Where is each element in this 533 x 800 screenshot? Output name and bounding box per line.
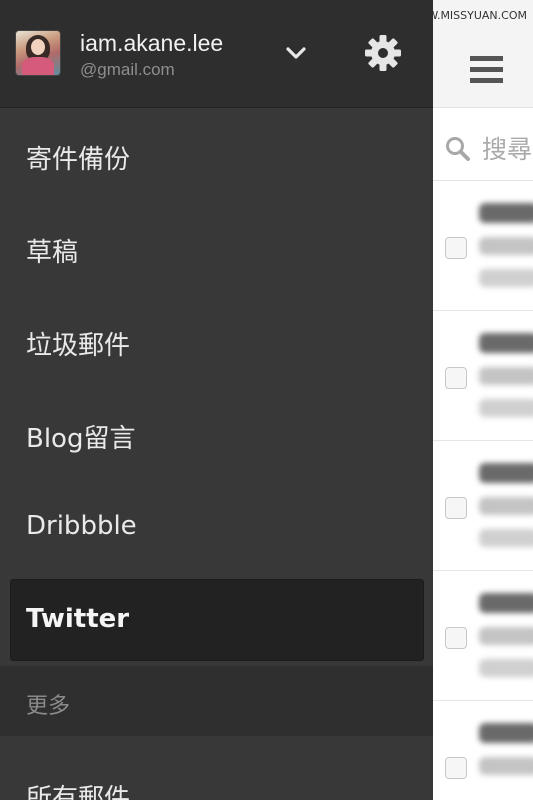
nav-item-all-mail[interactable]: 所有郵件	[0, 736, 433, 800]
blurred-snippet	[479, 529, 533, 547]
mail-checkbox[interactable]	[445, 757, 467, 779]
blurred-snippet	[479, 269, 533, 287]
blurred-sender	[479, 593, 533, 613]
blurred-subject	[479, 627, 533, 645]
nav-item-blog-comments[interactable]: Blog留言	[0, 387, 433, 480]
mail-checkbox[interactable]	[445, 237, 467, 259]
mail-list-item[interactable]	[433, 701, 533, 800]
nav-item-label: 草稿	[26, 238, 79, 268]
nav-item-label: 寄件備份	[26, 145, 131, 175]
mail-checkbox[interactable]	[445, 367, 467, 389]
nav-item-label: Blog留言	[26, 424, 136, 454]
avatar[interactable]	[16, 31, 60, 75]
nav-item-sent[interactable]: 寄件備份	[0, 108, 433, 201]
blurred-sender	[479, 463, 533, 483]
search-icon	[446, 137, 470, 161]
blurred-snippet	[479, 399, 533, 417]
blurred-sender	[479, 203, 533, 223]
section-header-label: 更多	[26, 694, 71, 719]
blurred-subject	[479, 497, 533, 515]
search-bar[interactable]: 搜尋	[433, 108, 533, 181]
mail-list-header: 思缘设计论坛 WWW.MISSYUAN.COM	[336, 0, 533, 108]
nav-item-label: Twitter	[26, 604, 130, 634]
nav-item-drafts[interactable]: 草稿	[0, 201, 433, 294]
blurred-subject	[479, 757, 533, 775]
nav-item-dribbble[interactable]: Dribbble	[0, 480, 433, 573]
mail-list-pane: 思缘设计论坛 WWW.MISSYUAN.COM 搜尋	[336, 0, 533, 800]
app-root: 思缘设计论坛 WWW.MISSYUAN.COM 搜尋	[0, 0, 533, 800]
blurred-subject	[479, 237, 533, 255]
mail-checkbox[interactable]	[445, 627, 467, 649]
navigation-drawer: iam.akane.lee @gmail.com 寄件備份 草稿 垃圾郵件 Bl…	[0, 0, 433, 800]
account-email: @gmail.com	[80, 60, 175, 79]
nav-item-twitter[interactable]: Twitter	[0, 573, 433, 666]
nav-item-spam[interactable]: 垃圾郵件	[0, 294, 433, 387]
account-header: iam.akane.lee @gmail.com	[0, 0, 433, 108]
blurred-sender	[479, 333, 533, 353]
section-header-more: 更多	[0, 666, 433, 736]
hamburger-menu-icon[interactable]	[470, 56, 503, 83]
nav-item-label: 垃圾郵件	[26, 331, 131, 361]
blurred-snippet	[479, 659, 533, 677]
account-name: iam.akane.lee	[80, 30, 224, 56]
search-input[interactable]: 搜尋	[482, 130, 532, 166]
gear-icon[interactable]	[363, 33, 403, 73]
chevron-down-icon[interactable]	[284, 41, 308, 65]
mail-list-item[interactable]	[433, 571, 533, 701]
mail-list-item[interactable]	[433, 181, 533, 311]
nav-item-label: Dribbble	[26, 511, 137, 541]
mail-checkbox[interactable]	[445, 497, 467, 519]
nav-item-label: 所有郵件	[26, 784, 131, 800]
mail-list-item[interactable]	[433, 311, 533, 441]
blurred-sender	[479, 723, 533, 743]
mail-list-item[interactable]	[433, 441, 533, 571]
blurred-subject	[479, 367, 533, 385]
